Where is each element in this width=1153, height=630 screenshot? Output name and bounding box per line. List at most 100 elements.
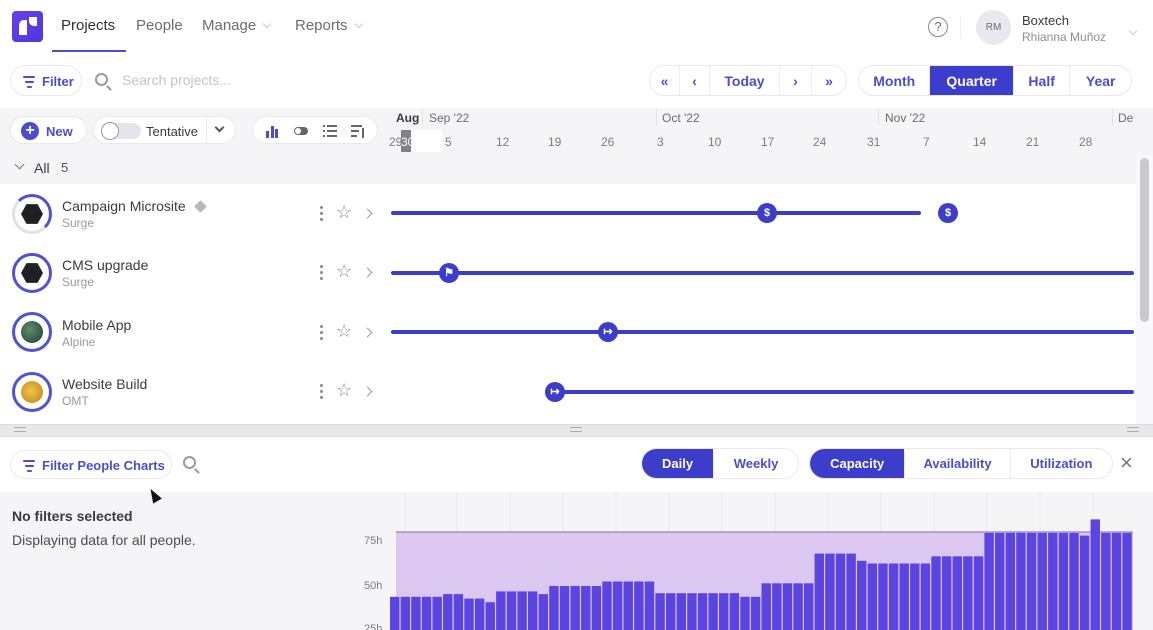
resize-grip-icon[interactable] [1127,427,1139,432]
capacity-bar[interactable] [1048,532,1058,630]
capacity-bar[interactable] [443,594,453,630]
jump-back-button[interactable]: « [650,66,680,95]
app-logo[interactable] [12,11,43,42]
capacity-bar[interactable] [655,593,665,630]
capacity-bar[interactable] [910,563,920,630]
capacity-bar[interactable] [400,596,411,630]
capacity-bar[interactable] [559,586,570,630]
today-button[interactable]: Today [710,66,780,95]
tentative-toggle[interactable] [101,122,141,140]
range-month[interactable]: Month [859,66,931,95]
capacity-bar[interactable] [708,593,718,630]
sort-icon[interactable] [351,124,365,138]
capacity-bar[interactable] [846,553,856,630]
capacity-bar[interactable] [411,596,421,630]
next-button[interactable]: › [780,66,812,95]
chevron-down-icon[interactable] [214,122,225,133]
capacity-bar[interactable] [591,586,602,630]
nav-reports[interactable]: Reports [295,17,363,34]
capacity-bar[interactable] [1005,532,1016,630]
capacity-bar[interactable] [676,593,686,630]
capacity-bar[interactable] [878,563,888,630]
capacity-bar[interactable] [814,553,824,630]
star-icon[interactable]: ☆ [336,202,352,223]
capacity-bar[interactable] [931,556,941,630]
capacity-bar[interactable] [527,591,538,630]
range-half[interactable]: Half [1014,66,1071,95]
help-icon[interactable]: ? [928,17,948,37]
capacity-bar[interactable] [1058,532,1069,630]
capacity-bar[interactable] [995,532,1005,630]
capacity-bar[interactable] [549,586,559,630]
more-options-icon[interactable] [320,265,323,283]
scrollbar-thumb[interactable] [1140,158,1149,322]
capacity-bar[interactable] [464,598,474,630]
capacity-bar[interactable] [793,583,803,630]
previous-button[interactable]: ‹ [680,66,710,95]
capacity-bar[interactable] [1069,532,1079,630]
search-projects-input[interactable] [114,68,354,92]
capacity-bar[interactable] [496,591,506,630]
capacity-bar[interactable] [719,593,729,630]
star-icon[interactable]: ☆ [336,321,352,342]
project-timeline-bar[interactable] [391,271,1134,275]
project-timeline-bar[interactable] [391,330,1134,334]
filter-people-charts-button[interactable]: Filter People Charts [10,450,172,479]
capacity-bar[interactable] [517,591,527,630]
capacity-bar[interactable] [623,581,633,630]
capacity-bar[interactable] [1090,519,1100,630]
range-quarter[interactable]: Quarter [930,66,1014,95]
search-people-icon[interactable] [183,456,196,469]
capacity-bar[interactable] [644,581,655,630]
capacity-bar[interactable] [973,556,984,630]
more-options-icon[interactable] [320,206,323,224]
interval-weekly[interactable]: Weekly [714,449,798,478]
capacity-bar[interactable] [941,556,952,630]
range-year[interactable]: Year [1070,66,1131,95]
star-icon[interactable]: ☆ [336,380,352,401]
metric-utilization[interactable]: Utilization [1011,449,1112,478]
capacity-bar[interactable] [1111,532,1122,630]
resize-grip-icon[interactable] [14,427,26,432]
capacity-bar[interactable] [390,596,400,630]
capacity-bar[interactable] [421,596,432,630]
jump-forward-button[interactable]: » [812,66,846,95]
capacity-bar[interactable] [835,553,846,630]
capacity-bar[interactable] [867,563,878,630]
capacity-bar[interactable] [1016,532,1026,630]
nav-projects[interactable]: Projects [61,17,115,34]
capacity-bar[interactable] [474,598,485,630]
project-name[interactable]: CMS upgrade [62,257,148,273]
capacity-bar[interactable] [1122,532,1132,630]
project-timeline-bar[interactable] [556,390,1134,394]
capacity-bar[interactable] [1079,535,1090,630]
capacity-bar[interactable] [432,596,442,630]
group-header[interactable] [0,155,1136,184]
capacity-bar[interactable] [581,586,591,630]
capacity-bar[interactable] [857,560,867,630]
capacity-bar[interactable] [803,583,814,630]
interval-daily[interactable]: Daily [642,449,715,478]
account-menu-button[interactable] [1122,24,1138,42]
start-milestone-icon[interactable]: ↦ [545,382,565,402]
close-icon[interactable]: × [1120,452,1140,474]
capacity-bar[interactable] [782,583,793,630]
capacity-bar[interactable] [538,594,549,630]
capacity-bar[interactable] [612,581,623,630]
capacity-bar[interactable] [602,581,612,630]
capacity-bar[interactable] [634,581,644,630]
capacity-bar[interactable] [729,593,740,630]
metric-availability[interactable]: Availability [905,449,1011,478]
filter-button[interactable]: Filter [10,65,82,96]
capacity-bar[interactable] [1037,532,1047,630]
capacity-bar[interactable] [570,586,580,630]
toggle-icon[interactable] [294,127,308,135]
project-name[interactable]: Campaign Microsite [62,198,186,214]
dollar-milestone-icon[interactable]: $ [938,203,958,223]
capacity-bar[interactable] [899,563,909,630]
nav-manage[interactable]: Manage [202,17,272,34]
project-name[interactable]: Mobile App [62,317,131,333]
capacity-bar[interactable] [687,593,697,630]
project-timeline-bar[interactable] [391,211,921,215]
capacity-bar[interactable] [825,553,835,630]
